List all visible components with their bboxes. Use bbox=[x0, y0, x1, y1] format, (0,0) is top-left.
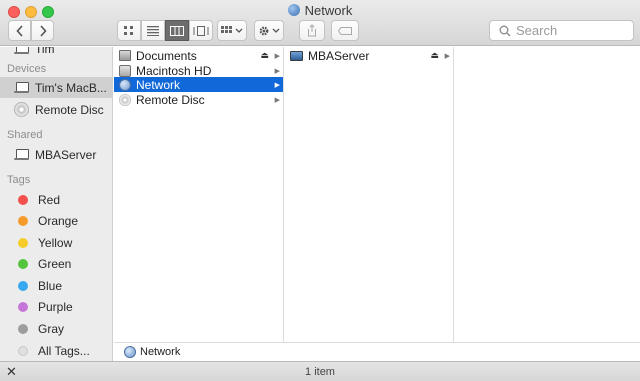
path-bar-item-network[interactable]: Network bbox=[140, 346, 180, 358]
column-view-button[interactable] bbox=[165, 20, 189, 41]
laptop-icon bbox=[14, 47, 29, 54]
window-toolbar: Network Search bbox=[0, 0, 640, 46]
status-bar: ✕ 1 item bbox=[0, 361, 640, 381]
sidebar-tag-blue[interactable]: Blue bbox=[0, 275, 112, 296]
search-placeholder: Search bbox=[516, 23, 558, 38]
sidebar-heading-devices: Devices bbox=[7, 63, 47, 75]
path-bar: Network bbox=[114, 342, 640, 361]
arrange-button[interactable] bbox=[217, 20, 247, 41]
green-tag-dot bbox=[18, 258, 28, 269]
column-item-documents[interactable]: Documents ⏏ ▶ bbox=[114, 48, 283, 63]
sidebar-tag-gray[interactable]: Gray bbox=[0, 318, 112, 339]
sidebar-tag-red[interactable]: Red bbox=[0, 189, 112, 210]
back-button[interactable] bbox=[8, 20, 31, 41]
all-tags-dot bbox=[18, 345, 28, 356]
sidebar-tag-orange[interactable]: Orange bbox=[0, 210, 112, 231]
laptop-icon bbox=[14, 82, 29, 93]
column-item-network[interactable]: Network ▶ bbox=[114, 77, 283, 92]
search-field[interactable]: Search bbox=[489, 20, 634, 41]
disclosure-arrow-icon: ▶ bbox=[444, 52, 450, 60]
column-item-macintosh-hd[interactable]: Macintosh HD ▶ bbox=[114, 63, 283, 78]
chevron-right-icon bbox=[39, 24, 47, 37]
network-globe-icon bbox=[119, 78, 131, 91]
tag-icon bbox=[338, 26, 352, 35]
disclosure-arrow-icon: ▶ bbox=[274, 67, 280, 75]
gray-tag-dot bbox=[18, 323, 28, 334]
window-title: Network bbox=[0, 3, 640, 18]
nav-buttons bbox=[8, 20, 54, 41]
arrange-grid-icon bbox=[221, 25, 243, 33]
share-button[interactable] bbox=[299, 20, 325, 41]
network-globe-icon bbox=[287, 4, 300, 16]
browser-column-2: MBAServer ⏏ ▶ bbox=[285, 47, 454, 342]
search-icon bbox=[499, 25, 511, 37]
coverflow-view-button[interactable] bbox=[189, 20, 213, 41]
sidebar-tag-green[interactable]: Green bbox=[0, 253, 112, 274]
gear-icon bbox=[259, 26, 280, 35]
item-count: 1 item bbox=[305, 366, 335, 378]
coverflow-view-icon bbox=[193, 25, 209, 36]
share-icon bbox=[308, 24, 316, 37]
icon-view-icon bbox=[124, 25, 133, 35]
disc-icon bbox=[119, 93, 131, 106]
forward-button[interactable] bbox=[31, 20, 54, 41]
view-mode-selector bbox=[117, 20, 213, 41]
disclosure-arrow-icon: ▶ bbox=[274, 96, 280, 104]
server-icon bbox=[290, 50, 303, 61]
chevron-left-icon bbox=[15, 24, 23, 37]
blue-tag-dot bbox=[18, 280, 28, 291]
red-tag-dot bbox=[18, 194, 28, 205]
sidebar: Tim Devices Tim's MacB... Remote Disc Sh… bbox=[0, 47, 113, 361]
disclosure-arrow-icon: ▶ bbox=[274, 81, 280, 89]
hard-drive-icon bbox=[119, 64, 131, 77]
purple-tag-dot bbox=[18, 301, 28, 312]
icon-view-button[interactable] bbox=[117, 20, 141, 41]
sidebar-tag-all-tags[interactable]: All Tags... bbox=[0, 340, 112, 361]
sidebar-item-mbaserver[interactable]: MBAServer bbox=[0, 144, 112, 165]
network-globe-icon bbox=[124, 346, 136, 358]
list-view-button[interactable] bbox=[141, 20, 165, 41]
browser-column-3 bbox=[455, 47, 640, 342]
column-item-remote-disc[interactable]: Remote Disc ▶ bbox=[114, 92, 283, 107]
column-view-icon bbox=[170, 25, 184, 36]
orange-tag-dot bbox=[18, 215, 28, 226]
sidebar-tag-purple[interactable]: Purple bbox=[0, 296, 112, 317]
eject-icon[interactable]: ⏏ bbox=[260, 50, 269, 61]
eject-icon[interactable]: ⏏ bbox=[430, 50, 439, 61]
disc-icon bbox=[14, 102, 29, 117]
yellow-tag-dot bbox=[18, 237, 28, 248]
edit-tags-button[interactable] bbox=[331, 20, 359, 41]
action-button[interactable] bbox=[254, 20, 284, 41]
list-view-icon bbox=[147, 25, 159, 36]
browser-column-1: Documents ⏏ ▶ Macintosh HD ▶ Network ▶ R… bbox=[114, 47, 284, 342]
column-item-mbaserver[interactable]: MBAServer ⏏ ▶ bbox=[285, 48, 453, 63]
sidebar-item-tims-macbook[interactable]: Tim's MacB... bbox=[0, 77, 112, 98]
sidebar-item-remote-disc[interactable]: Remote Disc bbox=[0, 99, 112, 120]
sidebar-tag-yellow[interactable]: Yellow bbox=[0, 232, 112, 253]
laptop-icon bbox=[14, 149, 29, 160]
sidebar-heading-shared: Shared bbox=[7, 129, 43, 141]
sidebar-heading-tags: Tags bbox=[7, 174, 31, 186]
sidebar-item-partial[interactable]: Tim bbox=[0, 47, 112, 59]
documents-icon bbox=[119, 50, 131, 61]
disclosure-arrow-icon: ▶ bbox=[274, 52, 280, 60]
